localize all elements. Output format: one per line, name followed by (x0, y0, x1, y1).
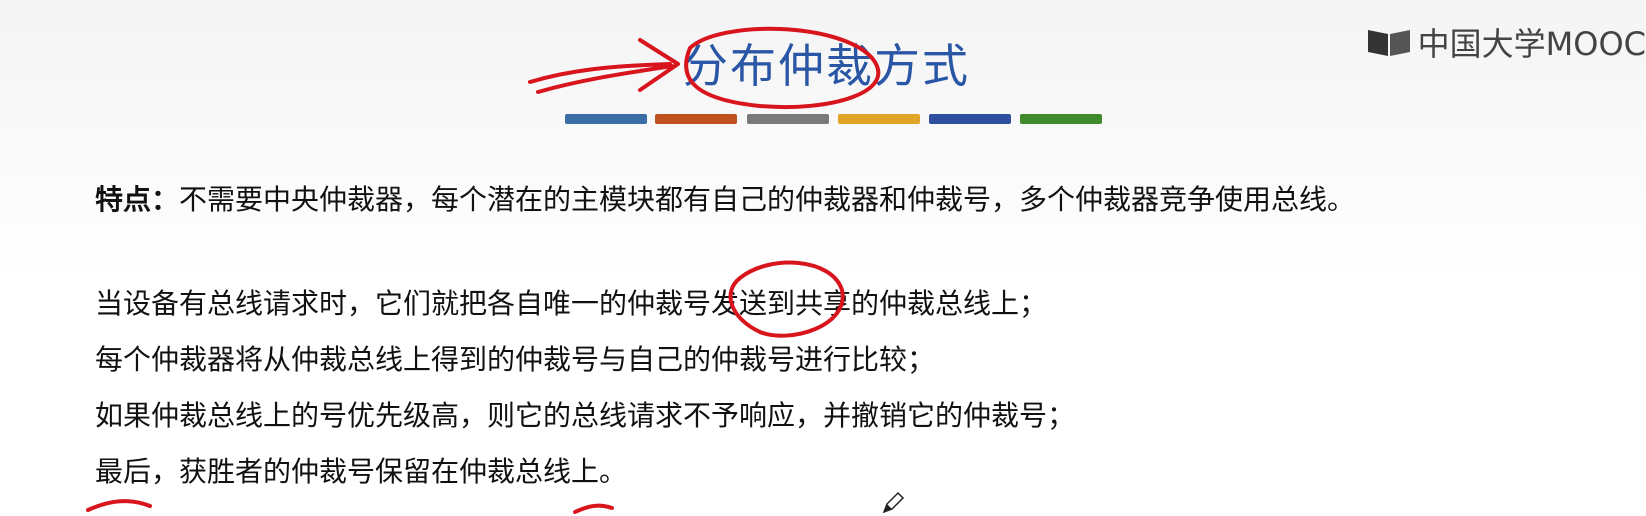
title-bar-3 (747, 114, 829, 124)
feature-label: 特点： (95, 183, 180, 216)
title-bar-4 (838, 114, 920, 124)
step-line-3: 如果仲裁总线上的号优先级高，则它的总线请求不予响应，并撤销它的仲裁号； (95, 399, 1076, 432)
feature-paragraph: 特点：不需要中央仲裁器，每个潜在的主模块都有自己的仲裁器和仲裁号，多个仲裁器竞争… (95, 178, 1355, 218)
hand-drawn-circle-icon (573, 503, 614, 514)
pen-cursor-icon (882, 491, 905, 514)
title-bar-6 (1020, 114, 1102, 124)
feature-text: 不需要中央仲裁器，每个潜在的主模块都有自己的仲裁器和仲裁号，多个仲裁器竞争使用总… (179, 183, 1356, 216)
mooc-logo-icon (1367, 30, 1410, 56)
brand-watermark: 中国大学MOOC (1366, 20, 1646, 64)
slide: 中国大学MOOC 分布仲裁方式 特点：不需要中央仲裁器，每个潜在的主模块都有自己… (0, 0, 1646, 516)
title-bar-2 (655, 114, 737, 124)
hand-drawn-circle-icon (86, 499, 152, 512)
slide-title: 分布仲裁方式 (682, 39, 970, 93)
step-line-2: 每个仲裁器将从仲裁总线上得到的仲裁号与自己的仲裁号进行比较； (95, 343, 936, 376)
title-bar-1 (565, 114, 647, 124)
title-bar-5 (929, 114, 1011, 124)
step-line-1: 当设备有总线请求时，它们就把各自唯一的仲裁号发送到共享的仲裁总线上； (95, 287, 1048, 320)
step-line-4: 最后，获胜者的仲裁号保留在仲裁总线上。 (95, 455, 628, 488)
brand-text: 中国大学MOOC (1417, 25, 1646, 63)
hand-drawn-arrow-icon (528, 38, 680, 94)
